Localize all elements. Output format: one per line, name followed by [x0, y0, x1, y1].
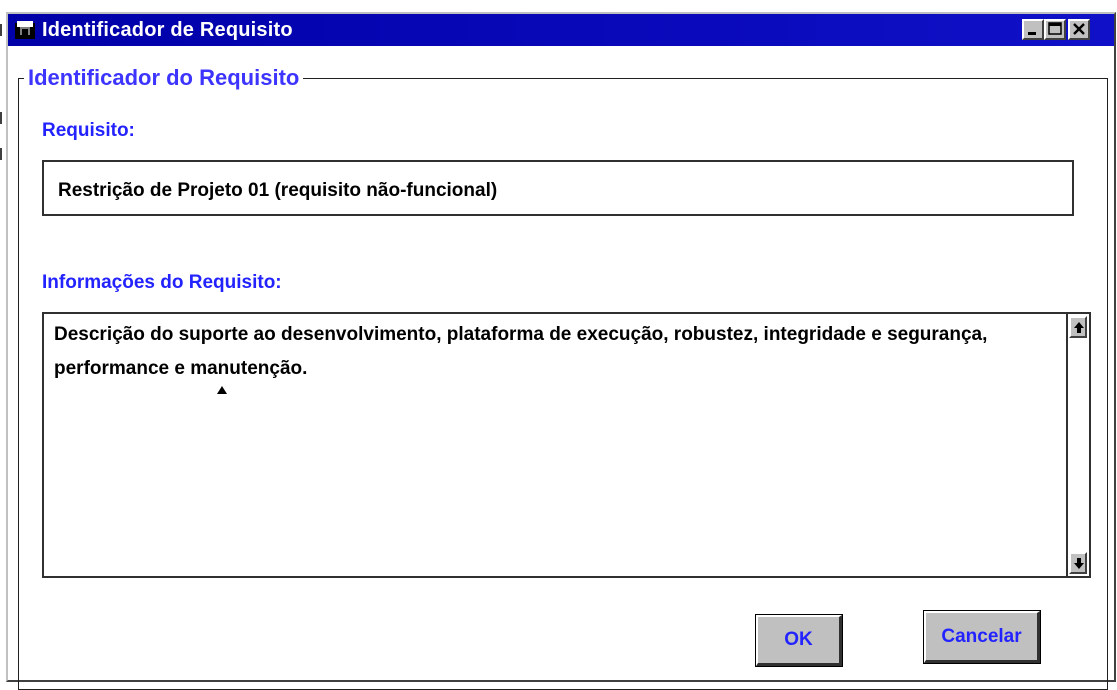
arrow-down-icon — [1074, 558, 1084, 569]
minimize-icon — [1028, 32, 1036, 35]
app-icon — [14, 19, 36, 41]
minimize-button[interactable] — [1022, 19, 1044, 40]
maximize-icon — [1048, 22, 1062, 35]
ok-button[interactable]: OK — [755, 614, 843, 667]
requirement-value: Restrição de Projeto 01 (requisito não-f… — [58, 180, 498, 201]
requirement-field[interactable]: Restrição de Projeto 01 (requisito não-f… — [42, 160, 1074, 216]
info-textarea[interactable]: Descrição do suporte ao desenvolvimento,… — [42, 312, 1091, 578]
close-button[interactable] — [1068, 19, 1090, 40]
cancel-button[interactable]: Cancelar — [923, 610, 1041, 664]
edge-mark — [0, 24, 2, 36]
edge-mark — [0, 112, 2, 124]
cancel-button-label: Cancelar — [941, 625, 1022, 647]
requirement-label: Requisito: — [42, 120, 135, 141]
close-icon — [1073, 23, 1085, 35]
dialog-window: Identificador de Requisito Identificador… — [6, 12, 1116, 690]
mouse-cursor-icon — [217, 386, 227, 394]
window-title: Identificador de Requisito — [42, 19, 293, 41]
arrow-up-icon — [1074, 322, 1084, 333]
dialog-client-area: Identificador do Requisito Requisito: Re… — [10, 48, 1112, 690]
edge-mark — [0, 148, 2, 160]
title-bar[interactable]: Identificador de Requisito — [8, 14, 1114, 46]
group-title: Identificador do Requisito — [24, 64, 304, 92]
scroll-down-button[interactable] — [1069, 552, 1087, 574]
info-value: Descrição do suporte ao desenvolvimento,… — [54, 324, 988, 379]
info-scrollbar[interactable] — [1066, 314, 1089, 576]
scroll-up-button[interactable] — [1069, 316, 1087, 338]
ok-button-label: OK — [784, 629, 813, 650]
info-label: Informações do Requisito: — [42, 272, 282, 293]
maximize-button[interactable] — [1044, 19, 1066, 40]
